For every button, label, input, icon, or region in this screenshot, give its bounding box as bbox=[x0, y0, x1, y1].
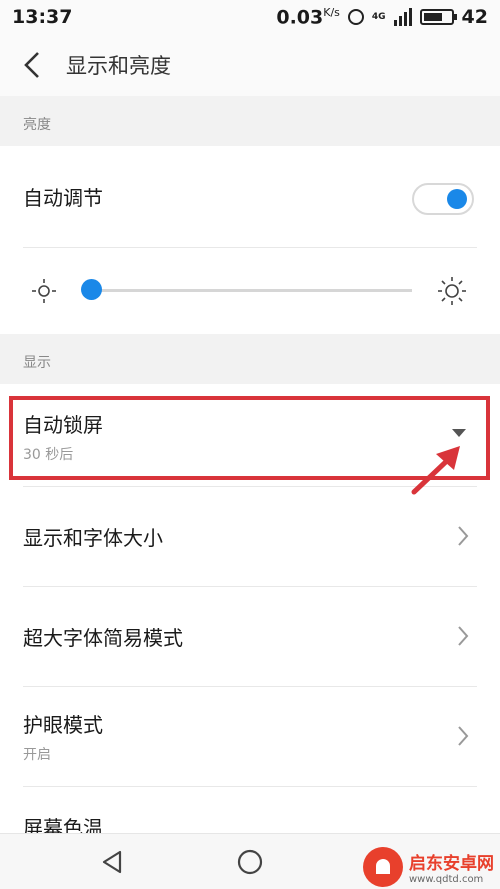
auto-lock-value: 30 秒后 bbox=[23, 446, 74, 463]
network-speed-unit: K/s bbox=[323, 5, 340, 19]
display-font-size-row[interactable]: 显示和字体大小 bbox=[0, 486, 500, 586]
back-button[interactable] bbox=[0, 34, 64, 96]
chevron-right-icon bbox=[458, 626, 469, 646]
dropdown-caret-icon[interactable] bbox=[452, 429, 466, 437]
watermark-url: www.qdtd.com bbox=[409, 874, 484, 885]
toggle-knob bbox=[447, 189, 467, 209]
brightness-high-icon bbox=[438, 277, 466, 305]
chevron-right-icon bbox=[458, 726, 469, 746]
divider bbox=[23, 786, 477, 787]
signal-icon bbox=[393, 7, 412, 26]
annotation-arrow-icon bbox=[411, 446, 460, 495]
status-icons: 0.03K/s 4G 42 bbox=[276, 6, 488, 28]
display-font-size-label: 显示和字体大小 bbox=[23, 525, 163, 550]
brightness-low-icon bbox=[32, 279, 56, 303]
auto-lock-label: 自动锁屏 bbox=[23, 412, 103, 437]
nav-home-icon[interactable] bbox=[236, 848, 264, 876]
auto-adjust-toggle[interactable] bbox=[412, 183, 474, 215]
network-speed: 0.03K/s bbox=[276, 5, 340, 29]
android-icon bbox=[376, 859, 390, 874]
large-font-mode-row[interactable]: 超大字体简易模式 bbox=[0, 586, 500, 686]
section-header-brightness: 亮度 bbox=[0, 96, 500, 146]
divider bbox=[23, 247, 477, 248]
page-title: 显示和亮度 bbox=[66, 54, 171, 78]
chevron-right-icon bbox=[458, 526, 469, 546]
large-font-mode-label: 超大字体简易模式 bbox=[23, 625, 183, 650]
navigation-bar: 启东安卓网 www.qdtd.com bbox=[0, 833, 500, 889]
app-bar: 显示和亮度 bbox=[0, 34, 500, 96]
battery-icon bbox=[419, 8, 457, 25]
status-bar: 13:37 0.03K/s 4G 42 bbox=[0, 0, 500, 34]
status-time: 13:37 bbox=[12, 6, 73, 28]
watermark-title: 启东安卓网 bbox=[409, 854, 494, 874]
eye-care-value: 开启 bbox=[23, 746, 51, 763]
auto-adjust-label: 自动调节 bbox=[23, 186, 103, 210]
watermark-logo bbox=[363, 847, 403, 887]
brightness-slider-track[interactable] bbox=[82, 289, 412, 292]
section-header-display: 显示 bbox=[0, 334, 500, 384]
nav-back-icon[interactable] bbox=[98, 848, 126, 876]
battery-level: 42 bbox=[461, 5, 488, 28]
alarm-icon bbox=[347, 8, 364, 25]
watermark: 启东安卓网 www.qdtd.com bbox=[363, 847, 494, 887]
back-arrow-icon bbox=[24, 52, 39, 78]
network-type: 4G bbox=[371, 11, 386, 22]
eye-care-label: 护眼模式 bbox=[23, 712, 103, 737]
eye-care-row[interactable]: 护眼模式 开启 bbox=[0, 686, 500, 786]
